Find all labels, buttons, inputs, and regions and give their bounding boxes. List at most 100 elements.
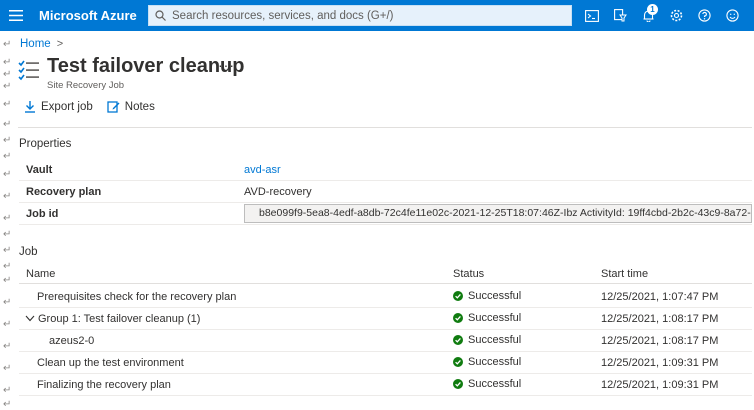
breadcrumb-home-link[interactable]: Home xyxy=(20,38,51,50)
global-search-box[interactable] xyxy=(148,5,572,26)
top-navigation-bar: Microsoft Azure 1 xyxy=(0,0,754,31)
directory-filter-icon xyxy=(613,9,627,22)
cloud-shell-icon xyxy=(585,9,599,22)
job-step-start-time: 12/25/2021, 1:08:17 PM xyxy=(601,335,719,347)
hamburger-icon xyxy=(8,10,23,21)
job-step-status: Successful xyxy=(453,334,521,346)
return-mark: ↵ xyxy=(3,261,12,272)
return-mark: ↵ xyxy=(3,57,12,68)
notifications-button[interactable]: 1 xyxy=(634,0,662,31)
chevron-down-icon[interactable] xyxy=(25,315,35,322)
return-mark: ↵ xyxy=(3,169,12,180)
job-step-start-time: 12/25/2021, 1:07:47 PM xyxy=(601,291,719,303)
return-mark: ↵ xyxy=(3,99,12,110)
success-check-icon xyxy=(453,313,463,323)
cloud-shell-button[interactable] xyxy=(578,0,606,31)
return-mark: ↵ xyxy=(3,363,12,374)
job-step-name: azeus2-0 xyxy=(49,335,95,347)
feedback-button[interactable] xyxy=(718,0,746,31)
job-step-status: Successful xyxy=(453,290,521,302)
status-text: Successful xyxy=(468,334,522,346)
breadcrumb: Home > xyxy=(20,38,63,50)
job-table-header: Name Status Start time xyxy=(19,264,752,284)
property-row-job-id: Job id b8e099f9-5ea8-4edf-a8db-72c4fe11e… xyxy=(19,203,752,225)
status-text: Successful xyxy=(468,312,522,324)
vault-label: Vault xyxy=(26,163,53,176)
recovery-plan-label: Recovery plan xyxy=(26,185,102,198)
status-text: Successful xyxy=(468,378,522,390)
command-bar: Export job Notes xyxy=(24,100,169,113)
directory-filter-button[interactable] xyxy=(606,0,634,31)
more-options-button[interactable]: ··· xyxy=(218,57,235,73)
job-step-start-time: 12/25/2021, 1:09:31 PM xyxy=(601,357,719,369)
settings-button[interactable] xyxy=(662,0,690,31)
return-mark: ↵ xyxy=(3,69,12,80)
notes-button[interactable]: Notes xyxy=(107,100,155,113)
vault-link[interactable]: avd-asr xyxy=(244,164,281,176)
success-check-icon xyxy=(453,357,463,367)
job-heading: Job xyxy=(19,246,38,258)
column-header-start-time[interactable]: Start time xyxy=(601,268,648,280)
recovery-plan-value: AVD-recovery xyxy=(244,185,312,198)
success-check-icon xyxy=(453,291,463,301)
page-title: Test failover cleanup xyxy=(47,55,245,77)
return-mark: ↵ xyxy=(3,229,12,240)
job-step-start-time: 12/25/2021, 1:09:31 PM xyxy=(601,379,719,391)
return-mark: ↵ xyxy=(3,151,12,162)
return-mark: ↵ xyxy=(3,297,12,308)
job-id-field[interactable]: b8e099f9-5ea8-4edf-a8db-72c4fe11e02c-202… xyxy=(244,204,752,223)
table-row[interactable]: Clean up the test environment Successful… xyxy=(19,352,752,374)
divider xyxy=(18,127,752,128)
search-icon xyxy=(155,10,166,21)
settings-icon xyxy=(670,9,682,22)
return-mark: ↵ xyxy=(3,191,12,202)
topbar-icon-group: 1 xyxy=(578,0,746,31)
job-step-status: Successful xyxy=(453,378,521,390)
brand-title[interactable]: Microsoft Azure xyxy=(39,8,143,23)
status-text: Successful xyxy=(468,356,522,368)
hamburger-menu-button[interactable] xyxy=(0,0,31,31)
table-row[interactable]: Prerequisites check for the recovery pla… xyxy=(19,286,752,308)
job-step-name: Finalizing the recovery plan xyxy=(37,379,171,391)
job-list-icon xyxy=(18,60,39,81)
page-subtitle: Site Recovery Job xyxy=(47,80,125,91)
feedback-icon xyxy=(725,9,739,22)
export-job-label: Export job xyxy=(41,100,93,113)
property-row-recovery-plan: Recovery plan AVD-recovery xyxy=(19,181,752,203)
job-step-status: Successful xyxy=(453,312,521,324)
help-button[interactable] xyxy=(690,0,718,31)
table-row[interactable]: azeus2-0 Successful 12/25/2021, 1:08:17 … xyxy=(19,330,752,352)
job-group-name-cell: Group 1: Test failover cleanup (1) xyxy=(25,313,200,325)
job-step-status: Successful xyxy=(453,356,521,368)
return-mark: ↵ xyxy=(3,385,12,396)
return-mark: ↵ xyxy=(3,275,12,286)
return-mark: ↵ xyxy=(3,245,12,256)
column-header-status[interactable]: Status xyxy=(453,268,484,280)
table-row[interactable]: Finalizing the recovery plan Successful … xyxy=(19,374,752,396)
job-step-name: Clean up the test environment xyxy=(37,357,184,369)
column-header-name[interactable]: Name xyxy=(26,268,55,280)
notes-label: Notes xyxy=(124,100,155,113)
export-job-button[interactable]: Export job xyxy=(24,100,93,113)
return-mark: ↵ xyxy=(3,213,12,224)
job-step-name: Group 1: Test failover cleanup (1) xyxy=(38,313,201,325)
return-mark: ↵ xyxy=(3,341,12,352)
success-check-icon xyxy=(453,335,463,345)
download-icon xyxy=(25,101,35,113)
breadcrumb-separator: > xyxy=(56,38,64,50)
notes-icon xyxy=(107,101,120,113)
job-step-start-time: 12/25/2021, 1:08:17 PM xyxy=(601,313,719,325)
help-icon xyxy=(697,9,711,22)
return-mark: ↵ xyxy=(3,399,12,410)
properties-heading: Properties xyxy=(19,138,72,150)
success-check-icon xyxy=(453,379,463,389)
return-mark: ↵ xyxy=(3,135,12,146)
return-mark: ↵ xyxy=(3,39,12,50)
job-id-label: Job id xyxy=(26,207,59,220)
job-step-name: Prerequisites check for the recovery pla… xyxy=(37,291,237,303)
return-mark: ↵ xyxy=(3,319,12,330)
table-row[interactable]: Group 1: Test failover cleanup (1) Succe… xyxy=(19,308,752,330)
notification-count-badge: 1 xyxy=(647,4,658,15)
property-row-vault: Vault avd-asr xyxy=(19,159,752,181)
search-input[interactable] xyxy=(172,9,571,22)
